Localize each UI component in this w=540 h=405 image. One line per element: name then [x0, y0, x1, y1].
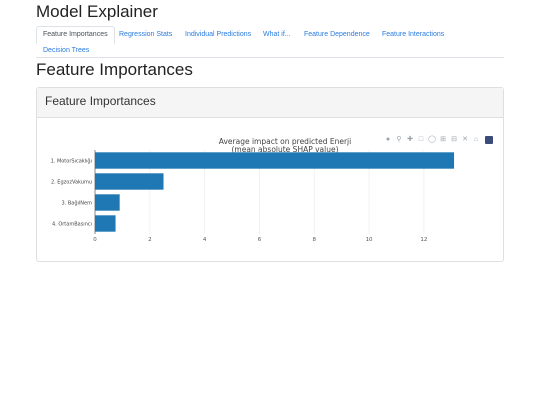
tab-bar: Feature Importances Regression Stats Ind…	[36, 24, 504, 58]
x-tick-label: 12	[420, 237, 427, 243]
reset-axes-icon[interactable]: ⌂	[472, 136, 480, 144]
importance-chart: Average impact on predicted Enerji(mean …	[51, 137, 455, 243]
x-tick-label: 2	[148, 237, 152, 243]
feature-importances-card: Feature Importances Average impact on pr…	[36, 87, 504, 262]
x-tick-label: 10	[366, 237, 373, 243]
lasso-icon[interactable]: ◯	[428, 136, 436, 144]
tab-feature-importances[interactable]: Feature Importances	[36, 26, 115, 44]
plotly-logo-icon[interactable]	[485, 136, 493, 144]
x-tick-label: 6	[258, 237, 262, 243]
x-tick-label: 8	[313, 237, 317, 243]
x-tick-label: 4	[203, 237, 207, 243]
autoscale-icon[interactable]: ✕	[461, 136, 469, 144]
y-category-label: 1. MotorSıcaklığı	[51, 158, 92, 165]
x-tick-label: 0	[93, 237, 97, 243]
tab-feature-dependence[interactable]: Feature Dependence	[298, 27, 376, 43]
bar	[95, 194, 120, 211]
tab-feature-interactions[interactable]: Feature Interactions	[376, 27, 450, 43]
tab-decision-trees[interactable]: Decision Trees	[37, 43, 95, 59]
section-title: Feature Importances	[36, 60, 193, 79]
zoom-out-icon[interactable]: ⊟	[450, 136, 458, 144]
tab-regression-stats[interactable]: Regression Stats	[113, 27, 178, 43]
zoom-in-icon[interactable]: ⊞	[439, 136, 447, 144]
tab-individual-predictions[interactable]: Individual Predictions	[179, 27, 257, 43]
bar	[95, 152, 455, 169]
tab-what-if[interactable]: What if...	[257, 27, 297, 43]
plot-modebar: ● ⚲ ✚ □ ◯ ⊞ ⊟ ✕ ⌂	[384, 136, 493, 146]
bar	[95, 173, 164, 190]
y-category-label: 4. OrtamBasıncı	[52, 222, 92, 228]
camera-icon[interactable]: ●	[384, 136, 392, 144]
zoom-icon[interactable]: ⚲	[395, 136, 403, 144]
y-category-label: 2. EgzozVakumu	[51, 180, 92, 186]
y-category-label: 3. BağılNem	[62, 200, 93, 207]
bar	[95, 215, 116, 232]
app-title: Model Explainer	[36, 2, 158, 21]
pan-icon[interactable]: ✚	[406, 136, 414, 144]
box-select-icon[interactable]: □	[417, 136, 425, 144]
